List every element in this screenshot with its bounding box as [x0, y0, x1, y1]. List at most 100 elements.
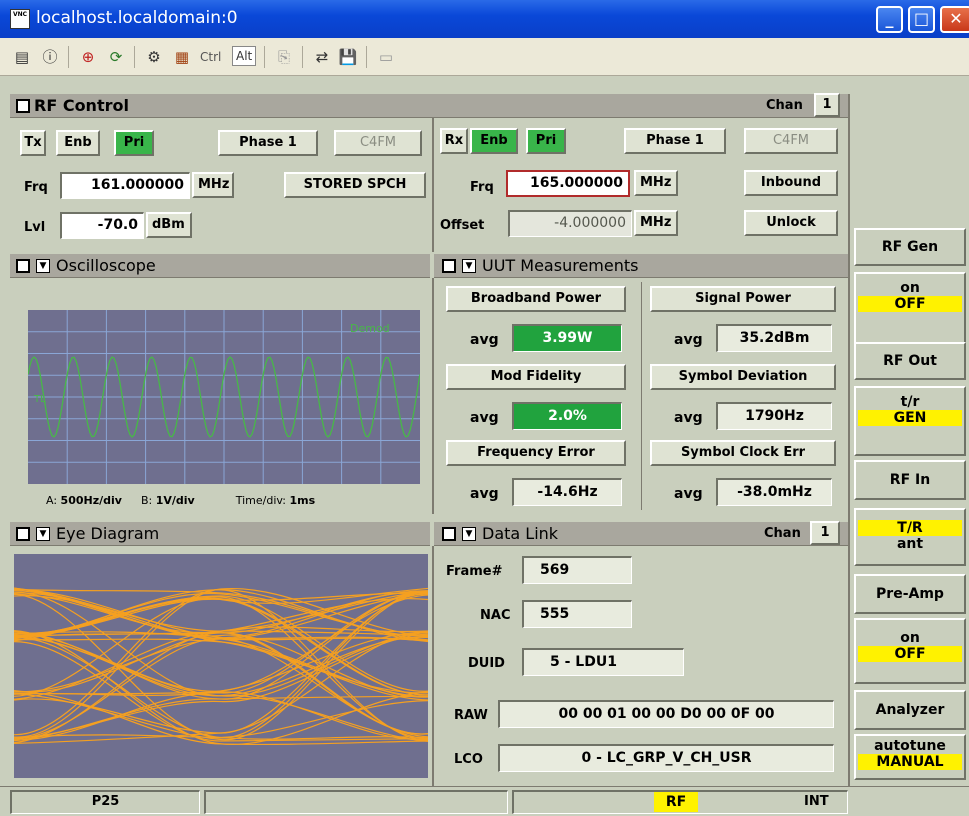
uut-measure-button[interactable]: Mod Fidelity — [446, 364, 626, 390]
rf-control-header: RF Control Chan 1 — [10, 93, 848, 118]
eye-diagram-display[interactable] — [14, 554, 428, 778]
tx-frq-label: Frq — [24, 180, 48, 195]
tx-enb-button[interactable]: Enb — [56, 130, 100, 156]
tx-lvl-unit[interactable]: dBm — [146, 212, 192, 238]
rx-frq-field[interactable]: 165.000000 — [506, 170, 630, 197]
status-ref: INT — [804, 794, 829, 809]
toolbar-separator — [366, 46, 367, 68]
rf-out-button[interactable]: RF Out — [854, 342, 966, 380]
tx-button[interactable]: Tx — [20, 130, 46, 156]
rf-out-toggle[interactable]: t/r GEN — [854, 386, 966, 456]
dropdown-arrow-icon[interactable]: ▼ — [36, 259, 50, 273]
analyzer-toggle[interactable]: autotune MANUAL — [854, 734, 966, 780]
fullscreen-icon[interactable]: ⊕ — [78, 47, 98, 67]
tx-lvl-label: Lvl — [24, 220, 46, 235]
copy-icon[interactable]: ⎘ — [274, 47, 294, 67]
uut-header: ▼ UUT Measurements — [434, 254, 848, 278]
raw-label: RAW — [454, 708, 488, 723]
toolbar-separator — [302, 46, 303, 68]
uut-col-divider — [641, 282, 642, 510]
tx-frq-field[interactable]: 161.000000 — [60, 172, 190, 199]
rf-in-toggle[interactable]: T/R ant — [854, 508, 966, 566]
send-keys-icon[interactable]: ▦ — [172, 47, 192, 67]
uut-measure-button[interactable]: Frequency Error — [446, 440, 626, 466]
panel-toggle-icon[interactable] — [16, 99, 30, 113]
eye-header: ▼ Eye Diagram — [10, 522, 430, 546]
ctrl-alt-del-icon[interactable]: ⚙ — [144, 47, 164, 67]
preamp-toggle[interactable]: on OFF — [854, 618, 966, 684]
rf-gen-button[interactable]: RF Gen — [854, 228, 966, 266]
dropdown-arrow-icon[interactable]: ▼ — [462, 259, 476, 273]
analyzer-autotune: autotune — [874, 738, 946, 754]
toolbar-separator — [134, 46, 135, 68]
title-bar: VNC localhost.localdomain:0 _ □ ✕ — [0, 0, 969, 38]
options-icon[interactable]: ▤ — [12, 47, 32, 67]
uut-avg-value: -14.6Hz — [512, 478, 622, 506]
rx-offset-unit[interactable]: MHz — [634, 210, 678, 236]
scope-trace-label: Demod — [350, 322, 390, 335]
uut-avg-value: 3.99W — [512, 324, 622, 352]
scope-b-value: 1V/div — [155, 494, 195, 507]
chan-button[interactable]: 1 — [814, 93, 840, 117]
inbound-button[interactable]: Inbound — [744, 170, 838, 196]
rf-gen-on: on — [900, 280, 920, 296]
rx-enb-button[interactable]: Enb — [470, 128, 518, 154]
rx-c4fm-button[interactable]: C4FM — [744, 128, 838, 154]
maximize-button[interactable]: □ — [908, 6, 935, 33]
preamp-button[interactable]: Pre-Amp — [854, 574, 966, 614]
info-icon[interactable]: ⓘ — [40, 47, 60, 67]
preamp-off: OFF — [858, 646, 962, 662]
disconnect-icon[interactable]: ▭ — [376, 47, 396, 67]
panel-toggle-icon[interactable] — [442, 527, 456, 541]
minimize-button[interactable]: _ — [876, 6, 903, 33]
alt-label[interactable]: Alt — [232, 46, 257, 66]
tx-c4fm-button[interactable]: C4FM — [334, 130, 422, 156]
rf-out-tr: t/r — [900, 394, 920, 410]
data-link-chan-button[interactable]: 1 — [810, 521, 840, 545]
refresh-icon[interactable]: ⟳ — [106, 47, 126, 67]
uut-avg-label: avg — [470, 332, 499, 348]
preamp-on: on — [900, 630, 920, 646]
chan-label: Chan — [766, 98, 803, 113]
save-icon[interactable]: 💾 — [338, 47, 358, 67]
close-button[interactable]: ✕ — [940, 6, 969, 33]
rf-in-ant: ant — [896, 536, 924, 552]
tx-pri-button[interactable]: Pri — [114, 130, 154, 156]
tx-phase-button[interactable]: Phase 1 — [218, 130, 318, 156]
tx-frq-unit[interactable]: MHz — [192, 172, 234, 198]
transfer-icon[interactable]: ⇄ — [312, 47, 332, 67]
panel-toggle-icon[interactable] — [442, 259, 456, 273]
dropdown-arrow-icon[interactable]: ▼ — [36, 527, 50, 541]
lco-label: LCO — [454, 752, 483, 767]
uut-avg-value: 1790Hz — [716, 402, 832, 430]
panel-toggle-icon[interactable] — [16, 527, 30, 541]
uut-avg-label: avg — [674, 486, 703, 502]
rx-offset-field[interactable]: -4.000000 — [508, 210, 632, 237]
oscilloscope-display[interactable]: Demod TL — [28, 310, 420, 484]
lco-value: 0 - LC_GRP_V_CH_USR — [498, 744, 834, 772]
ctrl-label[interactable]: Ctrl — [200, 50, 221, 64]
scope-a-label: A: — [46, 494, 58, 507]
uut-measure-button[interactable]: Signal Power — [650, 286, 836, 312]
uut-avg-label: avg — [470, 410, 499, 426]
stored-spch-button[interactable]: STORED SPCH — [284, 172, 426, 198]
dropdown-arrow-icon[interactable]: ▼ — [462, 527, 476, 541]
panel-toggle-icon[interactable] — [16, 259, 30, 273]
rx-frq-unit[interactable]: MHz — [634, 170, 678, 196]
uut-measure-button[interactable]: Symbol Deviation — [650, 364, 836, 390]
rf-in-button[interactable]: RF In — [854, 460, 966, 500]
data-link-header: ▼ Data Link Chan 1 — [434, 521, 848, 546]
tx-lvl-field[interactable]: -70.0 — [60, 212, 144, 239]
rx-pri-button[interactable]: Pri — [526, 128, 566, 154]
unlock-button[interactable]: Unlock — [744, 210, 838, 236]
rx-phase-button[interactable]: Phase 1 — [624, 128, 726, 154]
scope-scale-readout: A: 500Hz/div B: 1V/div Time/div: 1ms — [46, 494, 315, 507]
uut-measure-button[interactable]: Symbol Clock Err — [650, 440, 836, 466]
analyzer-button[interactable]: Analyzer — [854, 690, 966, 730]
duid-label: DUID — [468, 656, 505, 671]
frame-label: Frame# — [446, 564, 503, 579]
toolbar-separator — [264, 46, 265, 68]
uut-measure-button[interactable]: Broadband Power — [446, 286, 626, 312]
toolbar-separator — [68, 46, 69, 68]
rx-button[interactable]: Rx — [440, 128, 468, 154]
